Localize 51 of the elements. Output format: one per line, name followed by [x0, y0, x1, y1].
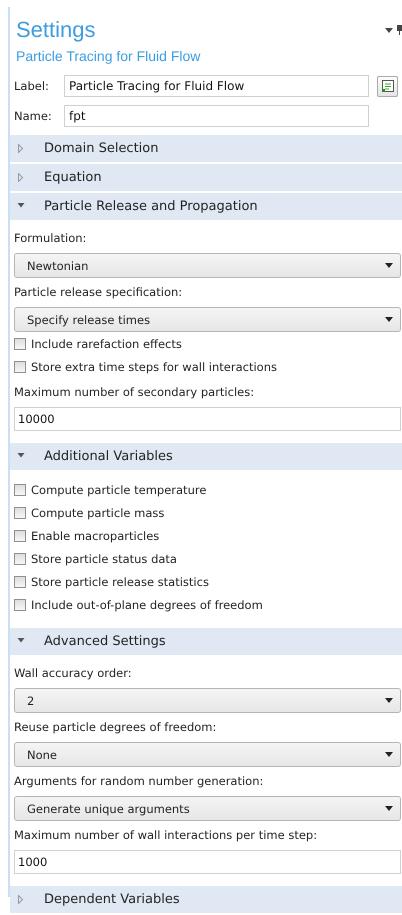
checkbox[interactable]: Store extra time steps for wall interactions [14, 355, 401, 378]
expand-icon [17, 144, 25, 153]
checkbox[interactable]: Include out-of-plane degrees of freedom [14, 593, 401, 616]
section-header[interactable]: Domain Selection [10, 135, 402, 162]
field-label: Wall accuracy order: [14, 665, 133, 682]
caret-icon [385, 698, 393, 703]
dropdown[interactable]: None [14, 742, 401, 767]
caret-icon [385, 752, 393, 757]
dropdown-value: 2 [27, 694, 34, 708]
dropdown-value: Newtonian [27, 258, 88, 272]
dropdown[interactable]: Generate unique arguments [14, 796, 401, 821]
note-icon [380, 79, 394, 93]
dropdown[interactable]: Newtonian [14, 253, 401, 278]
caret-icon [385, 806, 393, 811]
dropdown[interactable]: 2 [14, 688, 401, 713]
checkbox[interactable]: Compute particle mass [14, 501, 401, 524]
expand-icon [17, 173, 25, 182]
field-label: Arguments for random number generation: [14, 773, 264, 790]
field-label: Label: [14, 79, 50, 93]
checkbox[interactable]: Enable macroparticles [14, 524, 401, 547]
section-header[interactable]: Particle Release and Propagation [10, 193, 402, 220]
field-label: Reuse particle degrees of freedom: [14, 719, 218, 736]
section-header[interactable]: Equation [10, 164, 402, 191]
comment-button[interactable] [377, 76, 398, 96]
field-label: Formulation: [14, 230, 88, 247]
checkbox[interactable]: Compute particle temperature [14, 478, 401, 501]
field-label: Name: [14, 109, 53, 123]
dropdown-value: Specify release times [27, 312, 150, 326]
dropdown-value: None [27, 748, 58, 762]
panel-subtitle: Particle Tracing for Fluid Flow [15, 47, 202, 64]
field-label: Maximum number of wall interactions per time step: [14, 827, 318, 844]
checkbox[interactable]: Include rarefaction effects [14, 332, 401, 355]
panel-title: Settings [16, 17, 96, 43]
number-field[interactable]: 1000 [14, 850, 401, 874]
section-header[interactable]: Dependent Variables [10, 886, 402, 913]
checkbox[interactable]: Store particle status data [14, 547, 401, 570]
label-field[interactable]: Particle Tracing for Fluid Flow [64, 75, 369, 97]
dropdown-icon[interactable] [385, 28, 393, 32]
section-header[interactable]: Additional Variables [10, 443, 402, 470]
caret-icon [385, 317, 393, 322]
name-field[interactable]: fpt [64, 105, 369, 127]
dropdown-value: Generate unique arguments [27, 802, 190, 816]
field-label: Particle release specification: [14, 284, 184, 301]
caret-icon [385, 263, 393, 268]
checkbox[interactable]: Store particle release statistics [14, 570, 401, 593]
number-field[interactable]: 10000 [14, 407, 401, 431]
field-label: Maximum number of secondary particles: [14, 384, 256, 401]
dropdown[interactable]: Specify release times [14, 307, 401, 332]
section-header[interactable]: Advanced Settings [10, 628, 402, 655]
pin-icon[interactable] [397, 25, 402, 35]
expand-icon [17, 895, 25, 904]
